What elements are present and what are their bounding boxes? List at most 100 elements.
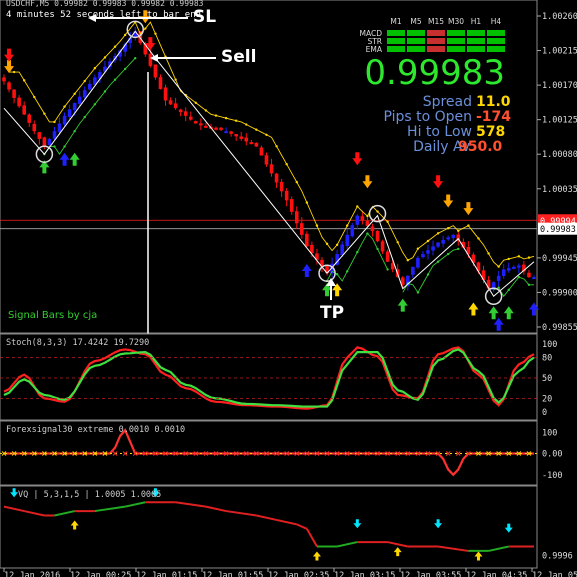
candle-body bbox=[441, 239, 445, 244]
price-tick-label: 1.00080 bbox=[542, 150, 577, 160]
time-label: 12 Jan 01:15 bbox=[136, 571, 197, 577]
dashboard-cell bbox=[407, 46, 425, 52]
candle-body bbox=[229, 131, 233, 134]
tp-label: TP bbox=[320, 303, 344, 323]
candle-body bbox=[300, 223, 304, 235]
candle-body bbox=[37, 132, 42, 139]
forexsignal-panel[interactable]: 100 0.00 -100 Forexsignal30 extreme 0.0010… bbox=[0, 420, 562, 486]
candle-body bbox=[188, 116, 193, 120]
candle-body bbox=[284, 190, 289, 201]
price-tick-label: 1.00215 bbox=[542, 47, 577, 57]
candle-body bbox=[279, 181, 284, 192]
time-label: 12 Jan 03:15 bbox=[334, 571, 395, 577]
dashboard-cell bbox=[447, 38, 465, 44]
trading-chart[interactable]: 1.00260 1.00215 1.00170 1.00125 1.00080 1.000… bbox=[0, 0, 577, 577]
dashboard-cell bbox=[387, 30, 405, 36]
dashboard-cell bbox=[467, 30, 485, 36]
signal-bars-label: Signal Bars by cja bbox=[8, 310, 97, 321]
candle-body bbox=[82, 90, 87, 98]
price-tick: 1.00215 bbox=[537, 47, 577, 57]
candle-body bbox=[385, 251, 390, 262]
dashboard-cell bbox=[387, 38, 405, 44]
time-label: 12 Jan 05:15 bbox=[532, 571, 577, 577]
vq-panel[interactable]: 0.9996 VQ | 5,3,1,5 | 1.0005 1.0005 bbox=[0, 485, 573, 569]
candle-body bbox=[446, 237, 450, 240]
price-tick: 1.00170 bbox=[537, 81, 577, 91]
candle-body bbox=[183, 111, 188, 116]
price-tick: 0.99855 bbox=[537, 323, 577, 333]
time-label: 12 Jan 02:35 bbox=[268, 571, 329, 577]
candle-body bbox=[178, 109, 183, 112]
candle-body bbox=[375, 230, 380, 242]
pips-label: Pips to Open bbox=[383, 109, 472, 125]
candle-body bbox=[214, 127, 218, 130]
vq-tick-label: 0.9996 bbox=[542, 551, 573, 561]
price-tick-label: 1.00035 bbox=[542, 185, 577, 195]
dashboard-cell bbox=[427, 38, 445, 44]
pips-value: -174 bbox=[476, 109, 511, 125]
stoch-tick-label: 20 bbox=[542, 394, 552, 404]
price-tick: 1.00125 bbox=[537, 116, 577, 126]
timeframe-label: H4 bbox=[491, 17, 502, 26]
candle-body bbox=[451, 234, 456, 238]
candle-body bbox=[173, 103, 178, 109]
price-tick-label: 0.99900 bbox=[542, 288, 577, 298]
price-tick-label: 1.00125 bbox=[542, 116, 577, 126]
candle-body bbox=[527, 272, 531, 278]
time-label: 12 Jan 2016 bbox=[4, 571, 60, 577]
candle-body bbox=[27, 114, 32, 123]
candle-body bbox=[32, 123, 37, 132]
candle-body bbox=[411, 266, 415, 275]
spread-value: 11.0 bbox=[476, 94, 511, 110]
dashboard-cell bbox=[407, 30, 425, 36]
stoch-tick-label: 80 bbox=[542, 354, 552, 364]
candle-body bbox=[512, 266, 516, 269]
candle-body bbox=[88, 83, 92, 90]
candle-body bbox=[148, 53, 153, 66]
candle-body bbox=[199, 123, 203, 126]
candle-body bbox=[421, 254, 425, 258]
candle-body bbox=[294, 211, 299, 224]
vq-title: VQ | 5,3,1,5 | 1.0005 1.0005 bbox=[18, 490, 161, 500]
candle-body bbox=[532, 277, 536, 280]
candle bbox=[254, 142, 259, 147]
timeframe-label: M1 bbox=[390, 17, 401, 26]
fs-tick-label: -100 bbox=[542, 471, 562, 481]
candle-body bbox=[355, 215, 360, 225]
candle-body bbox=[7, 82, 11, 90]
candle-body bbox=[380, 241, 385, 252]
spread-label: Spread bbox=[423, 94, 472, 110]
candle-body bbox=[77, 96, 82, 104]
price-tick: 0.99900 bbox=[537, 288, 577, 298]
candle-body bbox=[239, 136, 244, 139]
candle-body bbox=[52, 131, 57, 139]
timeframe-label: M15 bbox=[428, 17, 444, 26]
stoch-tick-label: 100 bbox=[542, 340, 557, 350]
candle-body bbox=[431, 246, 435, 251]
candle-body bbox=[426, 250, 430, 254]
candle-body bbox=[22, 105, 26, 115]
candle-body bbox=[62, 115, 67, 125]
candle-body bbox=[259, 147, 264, 156]
candle-body bbox=[269, 164, 274, 174]
time-axis: 12 Jan 2016 12 Jan 00:25 12 Jan 01:15 12 Ja… bbox=[3, 568, 577, 577]
candle-body bbox=[2, 77, 6, 82]
dashboard-cell bbox=[447, 46, 465, 52]
candle-body bbox=[501, 269, 506, 276]
dashboard-cell bbox=[487, 38, 505, 44]
candle-body bbox=[360, 216, 365, 221]
price-tick-label: 0.99855 bbox=[542, 323, 577, 333]
time-label: 12 Jan 00:25 bbox=[70, 571, 131, 577]
price-panel[interactable]: 1.00260 1.00215 1.00170 1.00125 1.00080 1.000… bbox=[0, 0, 577, 366]
candle-body bbox=[72, 103, 77, 110]
dashboard-rows: MACDSTREMA bbox=[360, 29, 505, 54]
candle-body bbox=[416, 257, 420, 268]
stochastic-panel[interactable]: 100 80 50 20 0 Stoch(8,3,3) 17.4242 19.7290 bbox=[0, 333, 557, 421]
candle-body bbox=[244, 137, 249, 142]
timeframe-label: M5 bbox=[410, 17, 421, 26]
dashboard-cell bbox=[387, 46, 405, 52]
candle-body bbox=[249, 142, 254, 145]
candle-body bbox=[436, 242, 440, 247]
candle-body bbox=[168, 100, 173, 105]
symbol-line: USDCHF,M5 0.99982 0.99983 0.99982 0.9998… bbox=[6, 0, 204, 8]
